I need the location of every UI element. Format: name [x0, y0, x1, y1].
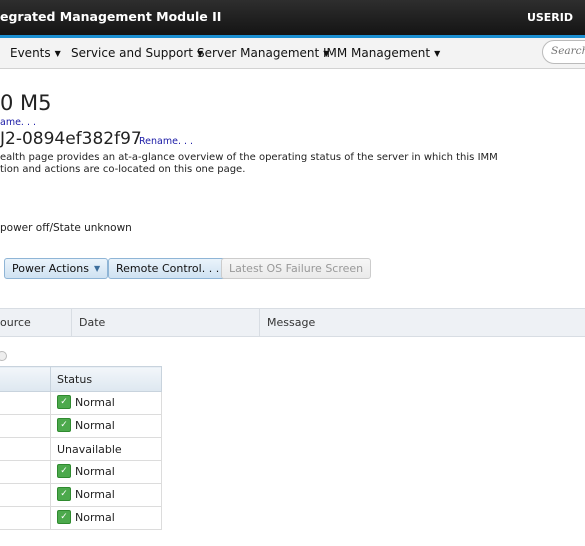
table-row: Unavailable: [0, 437, 162, 461]
table-row: ✓ Normal: [0, 506, 162, 530]
rename-system-link[interactable]: Rename. . .: [139, 136, 193, 147]
column-component: [0, 366, 51, 392]
component-cell: [0, 391, 51, 415]
check-icon: ✓: [57, 418, 71, 432]
column-date[interactable]: Date: [79, 316, 105, 329]
top-header-bar: egrated Management Module II USERID: [0, 0, 585, 35]
server-model-title: 0 M5: [0, 91, 52, 115]
component-cell: [0, 437, 51, 461]
latest-os-failure-button[interactable]: Latest OS Failure Screen: [221, 258, 372, 279]
status-text: Normal: [75, 396, 115, 409]
status-cell: ✓ Normal: [50, 391, 162, 415]
check-icon: ✓: [57, 487, 71, 501]
column-source[interactable]: ource: [0, 316, 31, 329]
nav-imm-management[interactable]: IMM Management ▼: [323, 46, 440, 60]
status-cell: ✓ Normal: [50, 460, 162, 484]
remote-control-button[interactable]: Remote Control. . .: [108, 258, 228, 279]
events-table-header: ource Date Message: [0, 308, 585, 337]
search-box: [542, 40, 585, 64]
table-row: ✓ Normal: [0, 460, 162, 484]
column-status: Status: [50, 366, 162, 392]
check-icon: ✓: [57, 464, 71, 478]
component-cell: [0, 506, 51, 530]
nav-events-label: Events: [10, 46, 51, 60]
table-row: ✓ Normal: [0, 391, 162, 415]
power-actions-label: Power Actions: [12, 262, 89, 275]
chevron-down-icon: ▼: [434, 49, 441, 58]
column-divider: [259, 309, 260, 336]
rename-model-link[interactable]: ame. . .: [0, 117, 36, 128]
status-cell: ✓ Normal: [50, 506, 162, 530]
system-name: J2-0894ef382f97: [0, 129, 142, 149]
main-nav: Events ▼ Service and Support ▼ Server Mana…: [0, 38, 585, 69]
check-icon: ✓: [57, 510, 71, 524]
hardware-health-table: Status ✓ Normal ✓ Normal Unavailable ✓ Norm…: [0, 366, 162, 530]
status-text: Normal: [75, 419, 115, 432]
status-cell: ✓ Normal: [50, 483, 162, 507]
nav-server-management[interactable]: Server Management ▼: [197, 46, 329, 60]
component-cell: [0, 483, 51, 507]
chevron-down-icon: ▼: [93, 264, 101, 273]
nav-server-management-label: Server Management: [197, 46, 320, 60]
table-row: ✓ Normal: [0, 483, 162, 507]
component-cell: [0, 460, 51, 484]
help-icon[interactable]: [0, 351, 7, 361]
status-text: Normal: [75, 465, 115, 478]
nav-service-support-label: Service and Support: [71, 46, 193, 60]
user-menu[interactable]: USERID: [527, 11, 573, 24]
status-text: Normal: [75, 488, 115, 501]
power-state-text: power off/State unknown: [0, 222, 132, 234]
component-cell: [0, 414, 51, 438]
status-text: Unavailable: [57, 442, 122, 456]
check-icon: ✓: [57, 395, 71, 409]
app-title: egrated Management Module II: [0, 9, 222, 24]
status-cell: Unavailable: [50, 437, 162, 461]
table-header-row: Status: [0, 366, 162, 392]
nav-imm-management-label: IMM Management: [323, 46, 431, 60]
column-divider: [71, 309, 72, 336]
search-input[interactable]: [551, 45, 585, 57]
page-description-line-2: tion and actions are co-located on this …: [0, 164, 246, 175]
nav-events[interactable]: Events ▼: [10, 46, 61, 60]
nav-service-support[interactable]: Service and Support ▼: [71, 46, 203, 60]
power-actions-button[interactable]: Power Actions ▼: [4, 258, 109, 279]
status-cell: ✓ Normal: [50, 414, 162, 438]
status-text: Normal: [75, 511, 115, 524]
table-row: ✓ Normal: [0, 414, 162, 438]
page-description-line-1: ealth page provides an at-a-glance overv…: [0, 152, 498, 163]
column-message[interactable]: Message: [267, 316, 315, 329]
chevron-down-icon: ▼: [54, 49, 61, 58]
